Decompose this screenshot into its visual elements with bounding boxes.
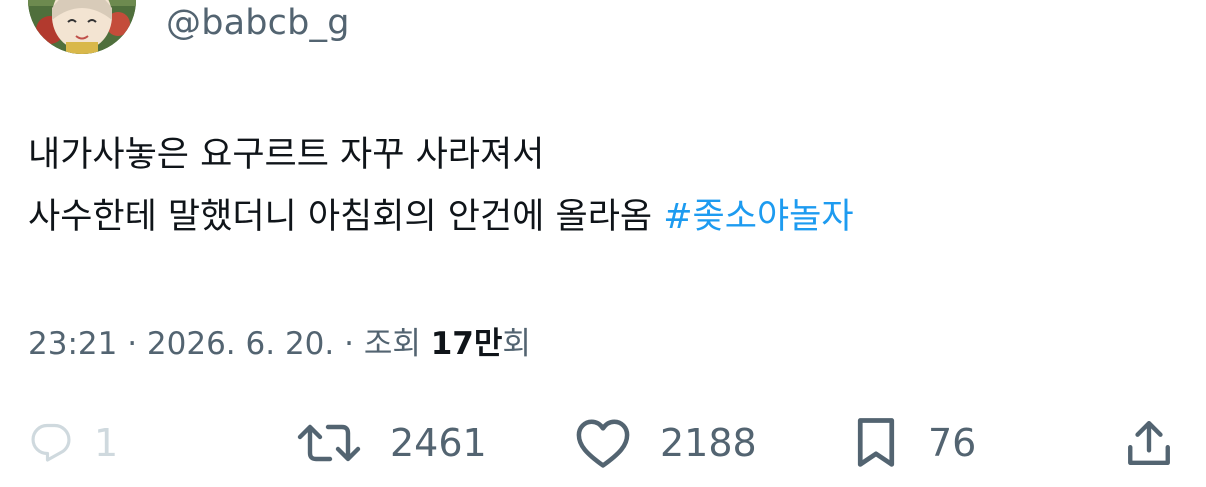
tweet-time[interactable]: 23:21 bbox=[28, 326, 117, 362]
like-button[interactable]: 2188 bbox=[574, 410, 757, 476]
tweet-line-with-hashtag: 사수한테 말했더니 아침회의 안건에 올라옴 #좆소야놀자 bbox=[28, 186, 854, 248]
meta-separator: · bbox=[334, 326, 364, 362]
heart-icon bbox=[576, 419, 630, 468]
share-button[interactable] bbox=[1124, 410, 1174, 476]
bookmark-icon bbox=[857, 418, 895, 467]
tweet-text: 내가사놓은 요구르트 자꾸 사라져서 사수한테 말했더니 아침회의 안건에 올라… bbox=[28, 124, 854, 248]
reply-count: 1 bbox=[94, 421, 119, 465]
avatar[interactable] bbox=[28, 0, 136, 54]
share-icon bbox=[1128, 421, 1170, 465]
tweet-line: 사수한테 말했더니 아침회의 안건에 올라옴 bbox=[28, 197, 664, 237]
tweet-meta: 23:21 · 2026. 6. 20. · 조회 17만회 bbox=[28, 322, 531, 366]
views-prefix: 조회 bbox=[363, 326, 431, 362]
bookmark-button[interactable]: 76 bbox=[852, 410, 976, 476]
meta-separator: · bbox=[117, 326, 147, 362]
user-handle[interactable]: @babcb_g bbox=[166, 3, 350, 43]
tweet-date[interactable]: 2026. 6. 20. bbox=[147, 326, 334, 362]
retweet-icon bbox=[297, 424, 361, 462]
action-bar: 1 2461 2188 76 bbox=[0, 410, 1206, 476]
reply-icon bbox=[31, 423, 71, 462]
views-count: 17만 bbox=[430, 326, 503, 362]
like-count: 2188 bbox=[660, 421, 757, 465]
avatar-image bbox=[28, 0, 136, 54]
tweet-line: 내가사놓은 요구르트 자꾸 사라져서 bbox=[28, 135, 545, 175]
retweet-count: 2461 bbox=[390, 421, 487, 465]
retweet-button[interactable]: 2461 bbox=[296, 410, 487, 476]
bookmark-count: 76 bbox=[928, 421, 977, 465]
reply-button[interactable]: 1 bbox=[30, 410, 118, 476]
views-suffix: 회 bbox=[502, 326, 531, 362]
hashtag-link[interactable]: #좆소야놀자 bbox=[663, 197, 853, 237]
